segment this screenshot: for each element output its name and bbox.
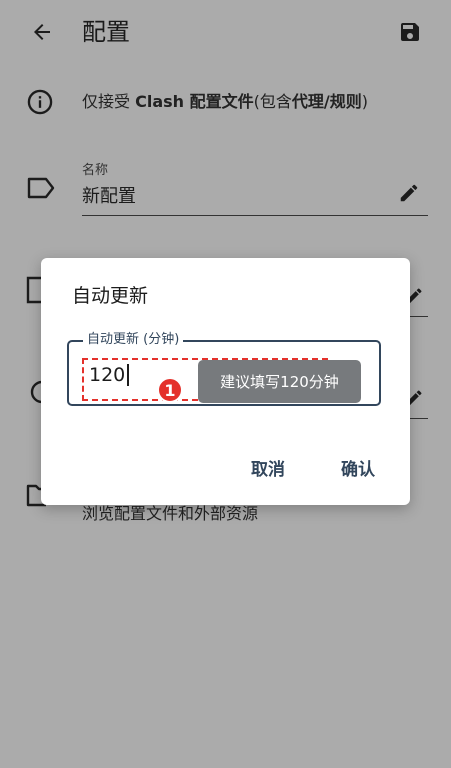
annotation-badge: 1 <box>157 377 183 403</box>
annotation-tooltip: 建议填写120分钟 <box>198 360 361 403</box>
name-field-label: 名称 <box>82 163 109 178</box>
label-tag-icon <box>27 177 55 199</box>
confirm-button[interactable]: 确认 <box>341 458 375 482</box>
auto-update-dialog: 自动更新 自动更新 (分钟) 120 建议填写120分钟 1 取消 确认 <box>41 258 410 505</box>
dialog-title: 自动更新 <box>72 285 149 307</box>
name-field-underline <box>82 215 428 216</box>
back-button[interactable] <box>26 16 58 48</box>
name-field-value: 新配置 <box>82 186 136 207</box>
browse-files-link[interactable]: 浏览配置文件和外部资源 <box>82 503 258 525</box>
pencil-icon[interactable] <box>398 182 420 204</box>
field-underline <box>410 418 428 419</box>
info-text: 仅接受 Clash 配置文件(包含代理/规则) <box>82 92 368 111</box>
page-title: 配置 <box>82 18 130 46</box>
field-underline <box>410 316 428 317</box>
arrow-left-icon <box>34 24 50 40</box>
cancel-button[interactable]: 取消 <box>251 458 285 482</box>
save-button[interactable] <box>394 16 426 48</box>
input-label: 自动更新 (分钟) <box>83 331 184 349</box>
save-icon <box>401 23 419 41</box>
app-bar: 配置 <box>0 0 451 64</box>
info-icon <box>27 89 53 115</box>
name-field[interactable]: 名称 新配置 <box>82 162 428 216</box>
info-row: 仅接受 Clash 配置文件(包含代理/规则) <box>0 84 451 120</box>
